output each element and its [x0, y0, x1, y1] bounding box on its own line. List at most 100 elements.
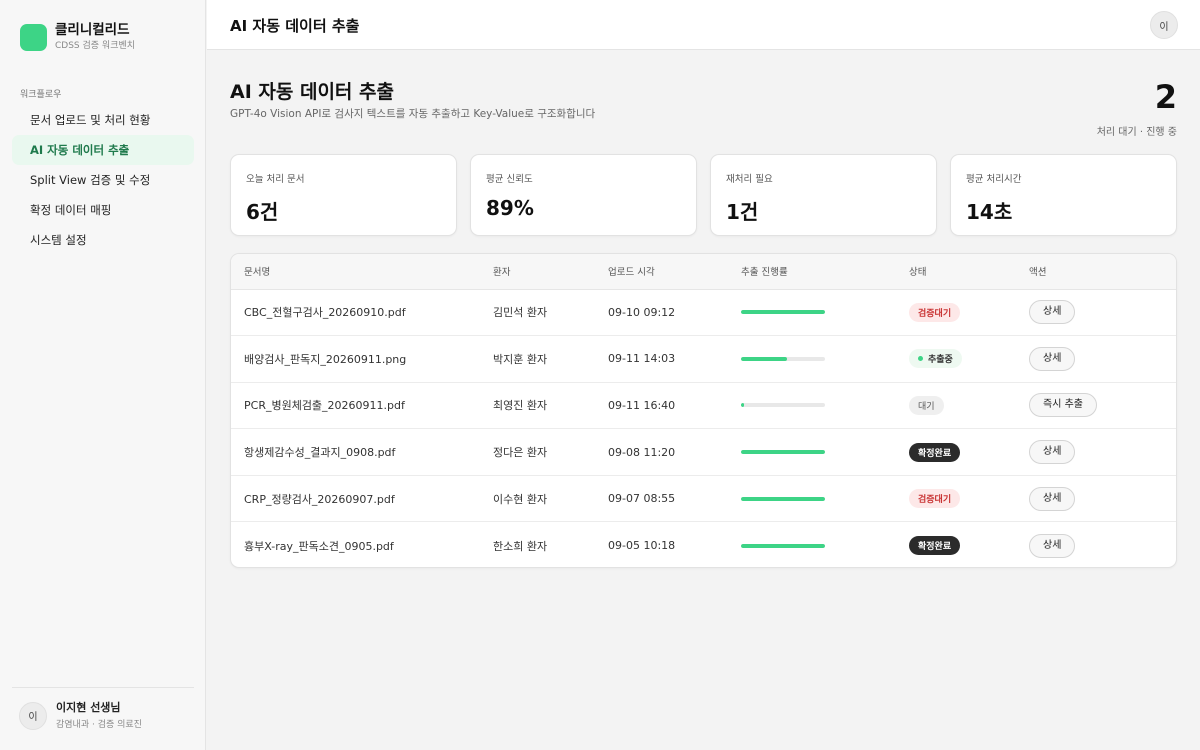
patient-name: 한소희 환자	[493, 539, 548, 553]
patient-name: 최영진 환자	[493, 382, 608, 430]
status-badge: 확정완료	[909, 442, 961, 462]
table-row[interactable]: 흉부X-ray_판독소견_0905.pdf 한소희 환자 09-05 10:18…	[231, 522, 1176, 567]
document-name: 배양검사_판독지_20260911.png	[231, 335, 493, 383]
header-title: AI 자동 데이터 추출	[230, 17, 360, 35]
detail-button[interactable]: 상세	[1029, 346, 1076, 371]
stat-label: 재처리 필요	[726, 174, 773, 185]
extract-now-button[interactable]: 즉시 추출	[1029, 393, 1097, 418]
status-badge-label: 대기	[918, 401, 935, 412]
sidebar-item-data-mapping[interactable]: 확정 데이터 매핑	[12, 195, 194, 225]
status-badge-label: 검증대기	[918, 495, 952, 506]
patient-name: 박지훈 환자	[493, 335, 608, 383]
pending-label: 처리 대기 · 진행 중	[1096, 127, 1177, 138]
stats-row: 오늘 처리 문서 6건 평균 신뢰도 89% 재처리 필요 1건 평균 처리시간…	[230, 154, 1177, 236]
stat-card-today-docs: 오늘 처리 문서 6건	[230, 154, 457, 236]
detail-button[interactable]: 상세	[1029, 300, 1076, 325]
document-name: 항생제감수성_결과지_0908.pdf	[231, 428, 493, 476]
progress-fill	[741, 496, 825, 501]
document-name: CRP_정량검사_20260907.pdf	[231, 475, 493, 523]
detail-button[interactable]: 상세	[1029, 486, 1076, 511]
document-name: PCR_병원체검출_20260911.pdf	[231, 382, 493, 430]
user-profile[interactable]: 이 이지현 선생님 감염내과 · 검증 의료진	[12, 687, 194, 730]
column-header-action: 액션	[1029, 254, 1176, 290]
extraction-progress-bar	[741, 356, 825, 361]
stat-value: 14초	[966, 200, 1013, 224]
stat-label: 평균 신뢰도	[486, 174, 533, 185]
upload-time: 09-11 16:40	[608, 382, 741, 430]
upload-time: 09-11 14:03	[608, 335, 741, 383]
progress-fill	[741, 356, 788, 361]
patient-name: 이수현 환자	[493, 475, 608, 523]
table-row[interactable]: 배양검사_판독지_20260911.png 박지훈 환자 09-11 14:03…	[231, 335, 1176, 383]
stat-card-reprocess: 재처리 필요 1건	[710, 154, 937, 236]
status-badge: 검증대기	[909, 489, 961, 509]
document-name: 흉부X-ray_판독소견_0905.pdf	[244, 539, 394, 553]
status-badge-label: 확정완료	[918, 542, 952, 553]
status-badge-label: 검증대기	[918, 308, 952, 319]
pending-count: 2	[1154, 78, 1177, 116]
header-avatar[interactable]: 이	[1150, 11, 1178, 39]
stat-value: 89%	[486, 196, 534, 220]
extraction-progress-bar	[741, 403, 825, 408]
brand[interactable]: 클리니컬리드 CDSS 검증 워크벤치	[20, 22, 135, 52]
user-role: 감염내과 · 검증 의료진	[56, 720, 142, 730]
upload-time: 09-10 09:12	[608, 289, 741, 337]
column-header-document: 문서명	[231, 254, 493, 290]
progress-fill	[741, 310, 825, 315]
stat-label: 평균 처리시간	[966, 174, 1022, 185]
sidebar-item-settings[interactable]: 시스템 설정	[12, 225, 194, 255]
stat-card-avg-time: 평균 처리시간 14초	[950, 154, 1177, 236]
detail-button[interactable]: 상세	[1029, 533, 1076, 558]
column-header-status: 상태	[909, 254, 1029, 290]
table-header-row: 문서명 환자 업로드 시각 추출 진행률 상태 액션	[231, 254, 1176, 290]
brand-logo-icon	[20, 23, 47, 51]
stat-value: 6건	[246, 200, 279, 224]
column-header-patient: 환자	[493, 254, 608, 290]
extraction-progress-bar	[741, 543, 825, 548]
status-badge: 검증대기	[909, 302, 961, 322]
user-name: 이지현 선생님	[56, 701, 121, 714]
progress-fill	[741, 450, 825, 455]
sidebar-item-document-upload[interactable]: 문서 업로드 및 처리 현황	[12, 105, 194, 135]
upload-time: 09-08 11:20	[608, 428, 741, 476]
user-avatar: 이	[19, 701, 47, 730]
progress-fill	[741, 543, 825, 548]
progress-fill	[741, 403, 745, 408]
extraction-progress-bar	[741, 310, 825, 315]
stat-card-avg-confidence: 평균 신뢰도 89%	[470, 154, 697, 236]
patient-name: 정다은 환자	[493, 428, 608, 476]
page-description: GPT-4o Vision API로 검사지 텍스트를 자동 추출하고 Key-…	[230, 108, 596, 120]
documents-table: 문서명 환자 업로드 시각 추출 진행률 상태 액션 CBC_전혈구검사_202…	[231, 254, 1176, 567]
status-badge: 대기	[909, 395, 944, 415]
documents-table-card: 문서명 환자 업로드 시각 추출 진행률 상태 액션 CBC_전혈구검사_202…	[230, 253, 1177, 568]
column-header-uploaded: 업로드 시각	[608, 254, 741, 290]
detail-button[interactable]: 상세	[1029, 440, 1076, 465]
brand-subtitle: CDSS 검증 워크벤치	[55, 41, 136, 51]
page-title: AI 자동 데이터 추출	[230, 81, 394, 103]
nav-section-label: 워크플로우	[20, 90, 62, 100]
status-badge-label: 확정완료	[918, 448, 952, 459]
stat-label: 오늘 처리 문서	[246, 174, 305, 185]
sidebar-nav: 문서 업로드 및 처리 현황 AI 자동 데이터 추출 Split View 검…	[12, 105, 194, 255]
stat-value: 1건	[726, 200, 759, 224]
sidebar: 클리니컬리드 CDSS 검증 워크벤치 워크플로우 문서 업로드 및 처리 현황…	[0, 0, 206, 750]
upload-time: 09-05 10:18	[608, 539, 676, 553]
extraction-progress-bar	[741, 450, 825, 455]
status-badge: 확정완료	[909, 536, 961, 556]
document-name: CBC_전혈구검사_20260910.pdf	[231, 289, 493, 337]
extraction-progress-bar	[741, 496, 825, 501]
upload-time: 09-07 08:55	[608, 475, 741, 523]
status-badge: 추출중	[909, 349, 962, 369]
top-bar: AI 자동 데이터 추출 이	[207, 0, 1200, 50]
status-badge-label: 추출중	[928, 355, 953, 366]
table-row[interactable]: PCR_병원체검출_20260911.pdf 최영진 환자 09-11 16:4…	[231, 382, 1176, 430]
column-header-progress: 추출 진행률	[741, 254, 909, 290]
table-row[interactable]: CRP_정량검사_20260907.pdf 이수현 환자 09-07 08:55…	[231, 475, 1176, 523]
table-body: CBC_전혈구검사_20260910.pdf 김민석 환자 09-10 09:1…	[231, 289, 1176, 567]
sidebar-item-split-view[interactable]: Split View 검증 및 수정	[12, 165, 194, 195]
table-row[interactable]: CBC_전혈구검사_20260910.pdf 김민석 환자 09-10 09:1…	[231, 289, 1176, 337]
patient-name: 김민석 환자	[493, 289, 608, 337]
table-row[interactable]: 항생제감수성_결과지_0908.pdf 정다은 환자 09-08 11:20 확…	[231, 428, 1176, 476]
sidebar-item-ai-extraction[interactable]: AI 자동 데이터 추출	[12, 135, 194, 165]
brand-name: 클리니컬리드	[55, 22, 130, 38]
